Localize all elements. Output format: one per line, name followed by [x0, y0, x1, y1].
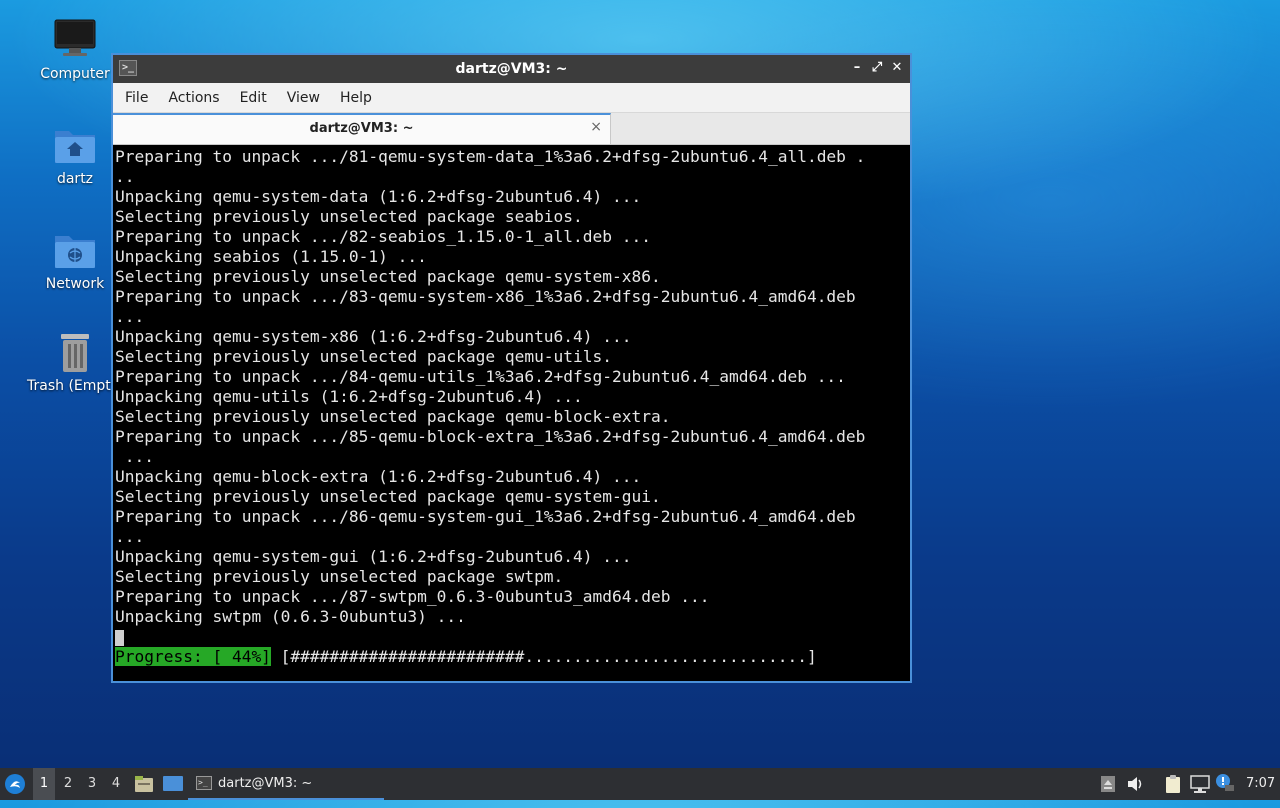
eject-icon[interactable] [1098, 768, 1118, 800]
workspace-4[interactable]: 4 [105, 768, 127, 800]
taskbar-window-label: dartz@VM3: ~ [218, 776, 313, 791]
terminal-line: Selecting previously unselected package … [115, 347, 613, 366]
update-notifier-icon[interactable] [1215, 768, 1235, 800]
terminal-output[interactable]: Preparing to unpack .../81-qemu-system-d… [113, 145, 910, 681]
desktop-icon-label: Computer [40, 66, 110, 82]
desktop-icon-computer[interactable]: Computer [27, 18, 123, 82]
show-desktop-button[interactable] [162, 768, 184, 800]
terminal-line: Preparing to unpack .../86-qemu-system-g… [115, 507, 856, 526]
terminal-window: >_ dartz@VM3: ~ – ⤢ ✕ File Actions Edit … [111, 53, 912, 683]
tab-terminal[interactable]: dartz@VM3: ~ × [113, 113, 611, 144]
menu-bar: File Actions Edit View Help [113, 83, 910, 113]
terminal-line: Selecting previously unselected package … [115, 567, 564, 586]
terminal-lines: Preparing to unpack .../81-qemu-system-d… [115, 147, 910, 627]
progress-bar: [########################...............… [270, 647, 817, 666]
terminal-line: Selecting previously unselected package … [115, 487, 661, 506]
window-titlebar[interactable]: >_ dartz@VM3: ~ – ⤢ ✕ [113, 55, 910, 83]
network-folder-icon [53, 228, 97, 272]
taskbar-window-button[interactable]: >_ dartz@VM3: ~ [188, 768, 384, 800]
terminal-line: Selecting previously unselected package … [115, 407, 671, 426]
maximize-button[interactable]: ⤢ [868, 59, 886, 77]
terminal-line: Unpacking qemu-utils (1:6.2+dfsg-2ubuntu… [115, 387, 583, 406]
desktop-icon-label: Trash (Empty) [27, 378, 125, 394]
terminal-cursor-line [115, 627, 910, 647]
network-icon[interactable] [1190, 768, 1210, 800]
terminal-line: Unpacking seabios (1.15.0-1) ... [115, 247, 427, 266]
tab-bar: dartz@VM3: ~ × [113, 113, 910, 145]
desktop-icon-trash[interactable]: Trash (Empty) [27, 330, 125, 394]
workspace-3[interactable]: 3 [81, 768, 103, 800]
volume-icon[interactable] [1125, 768, 1145, 800]
desktop-icon-label: Network [45, 276, 105, 292]
terminal-line: ... [115, 527, 145, 546]
start-menu-button[interactable] [4, 768, 28, 800]
taskbar: 1 2 3 4 >_ dartz@VM3: ~ 7:07 [0, 768, 1280, 800]
home-folder-icon [53, 123, 97, 167]
terminal-line: Preparing to unpack .../82-seabios_1.15.… [115, 227, 652, 246]
terminal-line: ... [115, 447, 154, 466]
menu-actions[interactable]: Actions [158, 90, 229, 106]
terminal-line: ... [115, 307, 145, 326]
terminal-task-icon: >_ [196, 776, 212, 790]
clock[interactable]: 7:07 [1246, 768, 1276, 800]
text-cursor [115, 629, 124, 646]
terminal-line: Unpacking qemu-block-extra (1:6.2+dfsg-2… [115, 467, 642, 486]
menu-edit[interactable]: Edit [230, 90, 277, 106]
workspace-2[interactable]: 2 [57, 768, 79, 800]
close-window-button[interactable]: ✕ [888, 59, 906, 77]
lubuntu-logo-icon [5, 774, 25, 794]
progress-line: Progress: [ 44%] [######################… [115, 647, 910, 667]
window-title: dartz@VM3: ~ [455, 61, 568, 77]
file-manager-icon [135, 776, 153, 792]
terminal-line: Preparing to unpack .../85-qemu-block-ex… [115, 427, 866, 446]
menu-file[interactable]: File [115, 90, 158, 106]
menu-help[interactable]: Help [330, 90, 382, 106]
terminal-line: Preparing to unpack .../84-qemu-utils_1%… [115, 367, 846, 386]
minimize-button[interactable]: – [848, 59, 866, 77]
workspace-1[interactable]: 1 [33, 768, 55, 800]
terminal-line: Selecting previously unselected package … [115, 207, 583, 226]
computer-icon [53, 18, 97, 62]
terminal-line: Unpacking qemu-system-data (1:6.2+dfsg-2… [115, 187, 642, 206]
tab-close-icon[interactable]: × [590, 119, 602, 135]
terminal-line: Preparing to unpack .../87-swtpm_0.6.3-0… [115, 587, 710, 606]
terminal-line: Unpacking qemu-system-x86 (1:6.2+dfsg-2u… [115, 327, 632, 346]
file-manager-launcher[interactable] [134, 768, 154, 800]
terminal-line: Unpacking qemu-system-gui (1:6.2+dfsg-2u… [115, 547, 632, 566]
tab-label: dartz@VM3: ~ [309, 121, 414, 136]
terminal-line: Selecting previously unselected package … [115, 267, 661, 286]
terminal-line: Preparing to unpack .../81-qemu-system-d… [115, 147, 866, 166]
desktop-icon-network[interactable]: Network [27, 228, 123, 292]
terminal-line: .. [115, 167, 135, 186]
terminal-line: Unpacking swtpm (0.6.3-0ubuntu3) ... [115, 607, 466, 626]
trash-icon [53, 330, 97, 374]
progress-label: Progress: [ 44%] [115, 647, 271, 666]
desktop-icon-home[interactable]: dartz [27, 123, 123, 187]
desktop-icon [163, 776, 183, 791]
desktop-icon-label: dartz [56, 171, 94, 187]
menu-view[interactable]: View [277, 90, 330, 106]
terminal-line: Preparing to unpack .../83-qemu-system-x… [115, 287, 856, 306]
clipboard-icon[interactable] [1163, 768, 1183, 800]
